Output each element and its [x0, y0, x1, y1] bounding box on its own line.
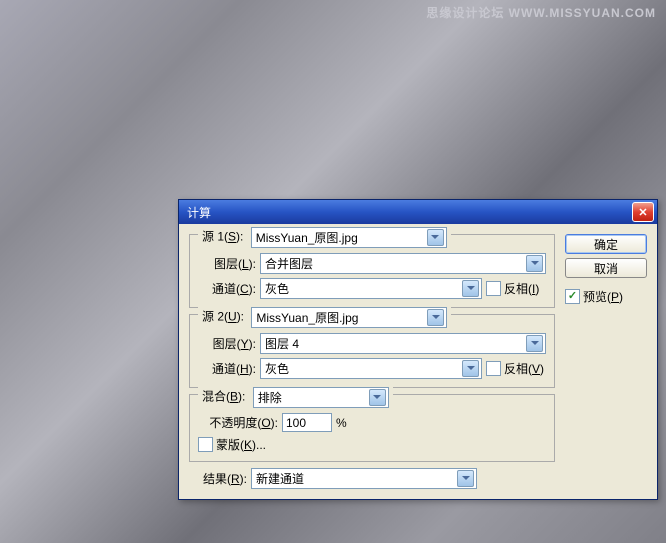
dropdown-icon: [427, 229, 444, 246]
opacity-input[interactable]: [282, 413, 332, 432]
channel1-label: 通道(C):: [198, 280, 256, 297]
channel1-select[interactable]: 灰色: [260, 278, 482, 299]
layer1-label: 图层(L):: [198, 255, 256, 272]
result-select[interactable]: 新建通道: [251, 468, 477, 489]
check-icon: [565, 289, 580, 304]
invert1-checkbox[interactable]: 反相(I): [486, 280, 539, 297]
dropdown-icon: [457, 470, 474, 487]
mask-checkbox[interactable]: 蒙版(K)...: [198, 436, 266, 453]
dropdown-icon: [369, 389, 386, 406]
layer1-select[interactable]: 合并图层: [260, 253, 546, 274]
layer2-select[interactable]: 图层 4: [260, 333, 546, 354]
channel2-select[interactable]: 灰色: [260, 358, 482, 379]
close-button[interactable]: ✕: [632, 202, 654, 222]
layer2-label: 图层(Y):: [198, 335, 256, 352]
blend-group: 混合(B): 排除 不透明度(O): % 蒙版(K)...: [189, 394, 555, 462]
dropdown-icon: [462, 280, 479, 297]
dropdown-icon: [462, 360, 479, 377]
watermark: 思缘设计论坛 WWW.MISSYUAN.COM: [426, 4, 656, 21]
titlebar[interactable]: 计算 ✕: [179, 200, 657, 224]
blend-select[interactable]: 排除: [253, 387, 389, 408]
channel2-label: 通道(H):: [198, 360, 256, 377]
invert2-checkbox[interactable]: 反相(V): [486, 360, 544, 377]
source1-group: 源 1(S): MissYuan_原图.jpg 图层(L): 合并图层 通道(C…: [189, 234, 555, 308]
dropdown-icon: [526, 335, 543, 352]
result-label: 结果(R):: [189, 470, 247, 487]
source1-label: 源 1(S): MissYuan_原图.jpg: [198, 227, 451, 248]
source1-select[interactable]: MissYuan_原图.jpg: [251, 227, 447, 248]
dialog-title: 计算: [187, 204, 632, 221]
dropdown-icon: [526, 255, 543, 272]
opacity-label: 不透明度(O):: [198, 414, 278, 431]
source2-label: 源 2(U): MissYuan_原图.jpg: [198, 307, 451, 328]
blend-label: 混合(B): 排除: [198, 387, 393, 408]
calculations-dialog: 计算 ✕ 源 1(S): MissYuan_原图.jpg 图层(L): 合并图层…: [178, 199, 658, 500]
opacity-unit: %: [336, 416, 347, 430]
cancel-button[interactable]: 取消: [565, 258, 647, 278]
preview-checkbox[interactable]: 预览(P): [565, 288, 647, 305]
source2-group: 源 2(U): MissYuan_原图.jpg 图层(Y): 图层 4 通道(H…: [189, 314, 555, 388]
ok-button[interactable]: 确定: [565, 234, 647, 254]
source2-select[interactable]: MissYuan_原图.jpg: [251, 307, 447, 328]
dropdown-icon: [427, 309, 444, 326]
